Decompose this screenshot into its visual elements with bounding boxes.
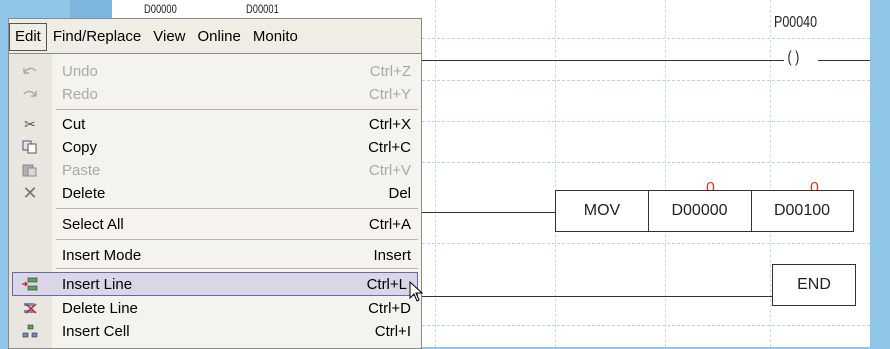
mov-source-operand: D00000 [671,202,728,219]
contact-label: D00000 [144,2,177,16]
undo-icon [21,62,39,80]
contact-label: D00001 [246,2,279,16]
menu-edit[interactable]: Edit [9,22,47,51]
coil-symbol[interactable]: ( ) [786,49,801,67]
redo-icon [21,85,39,103]
menu-online[interactable]: Online [192,24,247,50]
grid-col-line [555,0,556,347]
coil-address: P00040 [774,14,818,31]
edit-menu-dropdown: Undo Ctrl+Z Redo Ctrl+Y ✂ Cut Ctrl+X Cop… [8,53,422,349]
insert-cell-icon [21,322,39,340]
menu-item-insert-cell[interactable]: Insert Cell Ctrl+I [9,320,421,342]
rung-wire [410,296,772,297]
rung-wire [410,60,784,61]
copy-icon [21,138,39,156]
scissors-icon: ✂ [24,115,36,132]
menu-item-undo[interactable]: Undo Ctrl+Z [9,60,421,82]
menu-item-insert-line[interactable]: Insert Line Ctrl+L [12,272,418,296]
end-instruction-block[interactable]: END [772,264,856,306]
mov-dest-operand: D00100 [773,202,831,219]
paste-icon [21,161,39,179]
delete-x-icon: ✕ [22,182,38,203]
grid-col-line [435,0,436,347]
menu-separator [56,208,418,209]
menu-item-delete[interactable]: ✕ Delete Del [9,182,421,204]
menu-monitor[interactable]: Monito [247,24,304,50]
menu-bar: Edit Find/Replace View Online Monito [8,18,422,54]
menu-item-insert-mode[interactable]: Insert Mode Insert [9,244,421,266]
grid-col-line [770,0,771,347]
end-label: END [797,276,831,293]
menu-separator [56,268,418,269]
menu-separator [56,109,418,110]
mouse-pointer-icon [409,281,424,302]
grid-col-line [665,0,666,347]
rung-wire [818,60,870,61]
delete-line-icon [21,299,39,317]
app-frame: D00000 D00001 P00040 ( ) 0 0 MOV D00000 … [0,0,890,349]
insert-line-icon [21,275,39,293]
menu-item-paste[interactable]: Paste Ctrl+V [9,159,421,181]
menu-item-cut[interactable]: ✂ Cut Ctrl+X [9,113,421,135]
menu-separator [56,239,418,240]
menu-item-redo[interactable]: Redo Ctrl+Y [9,83,421,105]
menu-find-replace[interactable]: Find/Replace [47,24,147,50]
menu-item-select-all[interactable]: Select All Ctrl+A [9,213,421,235]
menu-view[interactable]: View [147,24,191,50]
mov-instruction-block[interactable]: MOV D00000 D00100 [555,190,854,232]
mov-opcode: MOV [583,202,621,219]
menu-item-copy[interactable]: Copy Ctrl+C [9,136,421,158]
menu-item-delete-line[interactable]: Delete Line Ctrl+D [9,297,421,319]
rung-wire [410,212,555,213]
